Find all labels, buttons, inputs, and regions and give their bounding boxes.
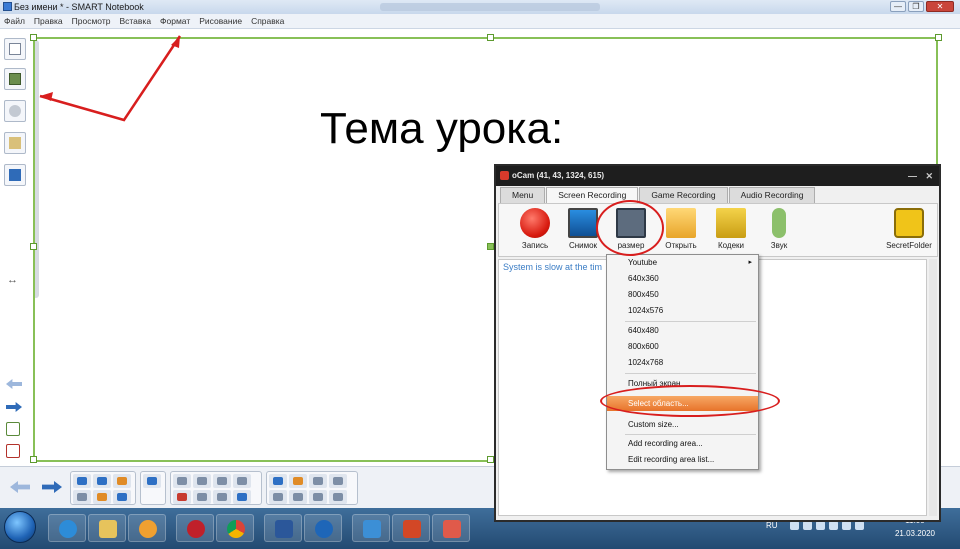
annotation-arrows (39, 35, 182, 122)
arrowhead-left-icon (40, 92, 53, 101)
red-arrow-path (39, 35, 182, 122)
screen: Без имени * - SMART Notebook — ❐ ✕ Файл … (0, 0, 960, 549)
